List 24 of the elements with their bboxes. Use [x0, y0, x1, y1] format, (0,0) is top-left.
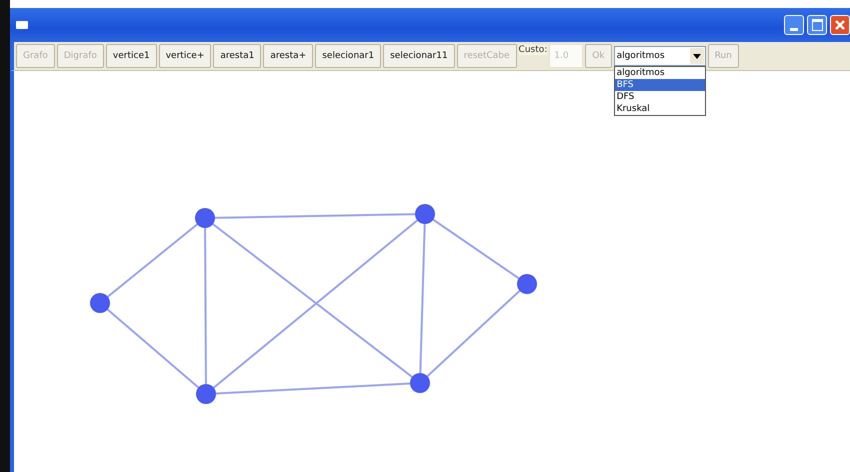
cost-label: Custo:: [518, 45, 548, 55]
graph-node[interactable]: [196, 384, 216, 404]
maximize-button[interactable]: [807, 15, 827, 35]
minimize-button[interactable]: [784, 15, 804, 35]
graph-node[interactable]: [410, 373, 430, 393]
graph-node[interactable]: [195, 208, 215, 228]
graph-node[interactable]: [415, 204, 435, 224]
close-icon: [834, 19, 846, 31]
toolbar-button[interactable]: selecionar1: [315, 44, 382, 68]
toolbar-button[interactable]: selecionar11: [383, 44, 455, 68]
window-icon: [16, 21, 28, 29]
dropdown-option[interactable]: BFS: [614, 79, 705, 91]
close-button[interactable]: [830, 15, 850, 35]
dropdown-option[interactable]: algoritmos: [614, 67, 705, 79]
graph-node[interactable]: [90, 293, 110, 313]
toolbar-button[interactable]: aresta1: [213, 44, 262, 68]
dropdown-option[interactable]: Kruskal: [614, 103, 705, 115]
dropdown-option[interactable]: DFS: [614, 91, 705, 103]
toolbar-button[interactable]: vertice1: [106, 44, 157, 68]
toolbar-button[interactable]: aresta+: [263, 44, 314, 68]
toolbar-button[interactable]: vertice+: [158, 44, 212, 68]
graph-node[interactable]: [517, 274, 537, 294]
algorithm-dropdown[interactable]: algoritmos: [614, 46, 706, 66]
caret-icon: [690, 48, 704, 64]
